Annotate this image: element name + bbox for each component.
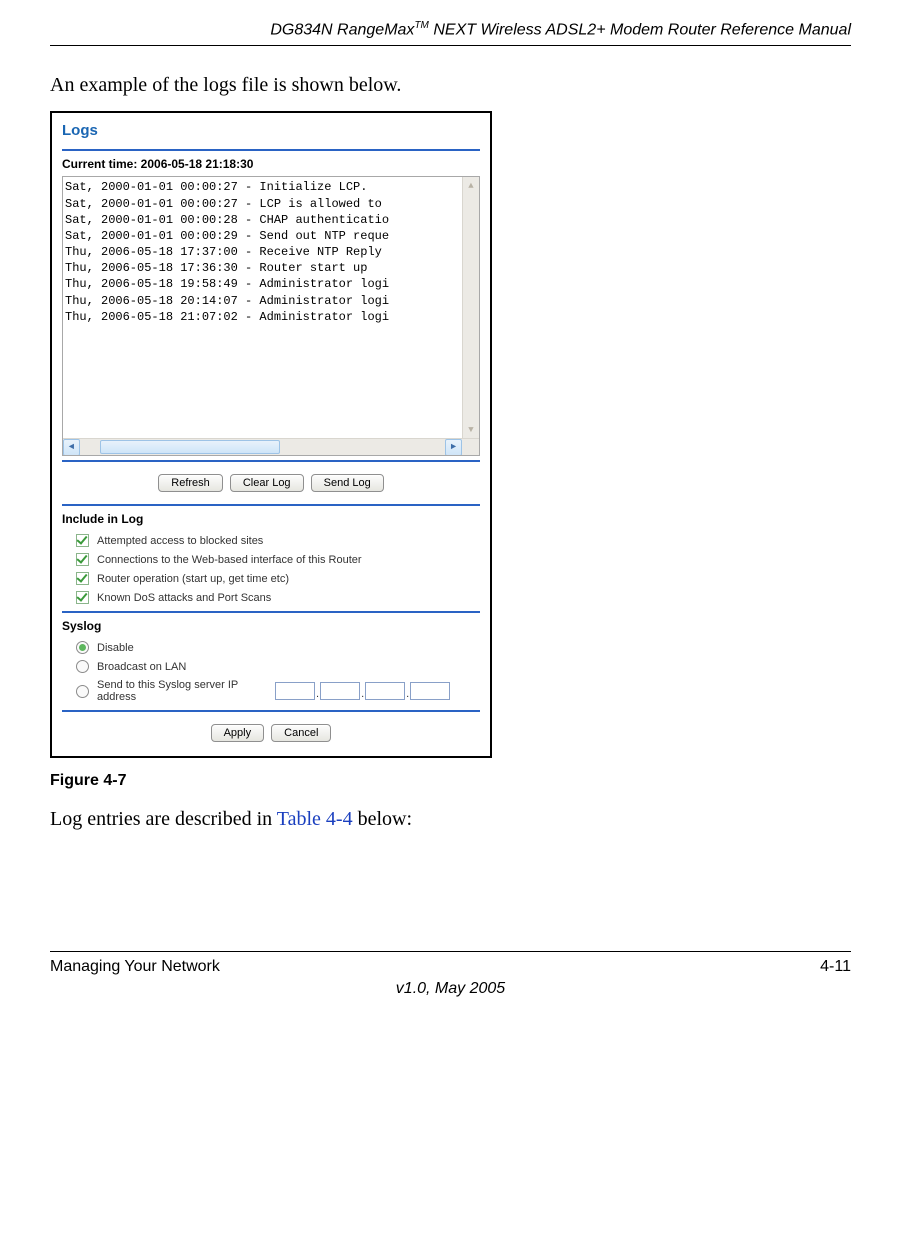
radio-icon[interactable] xyxy=(76,660,89,673)
checkbox-icon[interactable] xyxy=(76,553,89,566)
divider xyxy=(62,710,480,712)
divider xyxy=(62,504,480,506)
footer-version: v1.0, May 2005 xyxy=(50,980,851,998)
checkbox-label: Router operation (start up, get time etc… xyxy=(97,573,289,585)
ip-octet-4-input[interactable] xyxy=(410,682,450,700)
scroll-track[interactable] xyxy=(80,439,445,456)
divider xyxy=(62,149,480,151)
checkbox-label: Connections to the Web-based interface o… xyxy=(97,554,362,566)
include-option-router-operation[interactable]: Router operation (start up, get time etc… xyxy=(62,569,480,588)
page-footer: Managing Your Network 4-11 xyxy=(50,951,851,976)
divider xyxy=(62,460,480,462)
radio-icon[interactable] xyxy=(76,685,89,698)
ip-octet-1-input[interactable] xyxy=(275,682,315,700)
include-in-log-label: Include in Log xyxy=(62,512,480,526)
syslog-option-send-ip[interactable]: Send to this Syslog server IP address ..… xyxy=(62,676,480,706)
scroll-up-icon[interactable]: ▲ xyxy=(463,177,479,194)
scroll-down-icon[interactable]: ▼ xyxy=(463,421,479,438)
horizontal-scrollbar[interactable]: ◄ ► xyxy=(63,438,479,455)
closing-paragraph: Log entries are described in Table 4-4 b… xyxy=(50,808,851,831)
clear-log-button[interactable]: Clear Log xyxy=(230,474,304,492)
radio-icon[interactable] xyxy=(76,641,89,654)
syslog-option-disable[interactable]: Disable xyxy=(62,638,480,657)
vertical-scrollbar[interactable]: ▲ ▼ xyxy=(462,177,479,438)
closing-text-post: below: xyxy=(353,808,412,830)
checkbox-icon[interactable] xyxy=(76,572,89,585)
scroll-left-icon[interactable]: ◄ xyxy=(63,439,80,456)
divider xyxy=(62,611,480,613)
current-time-label: Current time: 2006-05-18 21:18:30 xyxy=(62,157,480,171)
page-header: DG834N RangeMaxTM NEXT Wireless ADSL2+ M… xyxy=(50,20,851,46)
syslog-label: Syslog xyxy=(62,619,480,633)
header-tm: TM xyxy=(414,20,428,31)
intro-paragraph: An example of the logs file is shown bel… xyxy=(50,74,851,97)
include-option-dos-attacks[interactable]: Known DoS attacks and Port Scans xyxy=(62,588,480,607)
log-textarea[interactable]: Sat, 2000-01-01 00:00:27 - Initialize LC… xyxy=(62,176,480,456)
radio-label: Disable xyxy=(97,642,134,654)
cancel-button[interactable]: Cancel xyxy=(271,724,331,742)
panel-title: Logs xyxy=(62,122,480,139)
ip-address-inputs: ... xyxy=(275,682,450,700)
include-option-blocked-sites[interactable]: Attempted access to blocked sites xyxy=(62,531,480,550)
checkbox-label: Attempted access to blocked sites xyxy=(97,535,263,547)
header-title-pre: DG834N RangeMax xyxy=(270,21,414,38)
apply-button[interactable]: Apply xyxy=(211,724,265,742)
syslog-option-broadcast[interactable]: Broadcast on LAN xyxy=(62,657,480,676)
radio-label: Broadcast on LAN xyxy=(97,661,186,673)
footer-page-number: 4-11 xyxy=(820,958,851,976)
scroll-thumb[interactable] xyxy=(100,440,280,454)
ip-octet-2-input[interactable] xyxy=(320,682,360,700)
header-title-post: NEXT Wireless ADSL2+ Modem Router Refere… xyxy=(429,21,851,38)
log-buttons-row: Refresh Clear Log Send Log xyxy=(62,468,480,500)
checkbox-icon[interactable] xyxy=(76,534,89,547)
send-log-button[interactable]: Send Log xyxy=(311,474,384,492)
table-reference-link[interactable]: Table 4-4 xyxy=(277,808,353,830)
include-option-web-connections[interactable]: Connections to the Web-based interface o… xyxy=(62,550,480,569)
scroll-right-icon[interactable]: ► xyxy=(445,439,462,456)
scroll-corner xyxy=(462,439,479,456)
ip-octet-3-input[interactable] xyxy=(365,682,405,700)
checkbox-icon[interactable] xyxy=(76,591,89,604)
closing-text-pre: Log entries are described in xyxy=(50,808,277,830)
refresh-button[interactable]: Refresh xyxy=(158,474,223,492)
checkbox-label: Known DoS attacks and Port Scans xyxy=(97,592,271,604)
radio-label: Send to this Syslog server IP address xyxy=(97,679,267,703)
apply-cancel-row: Apply Cancel xyxy=(62,718,480,750)
logs-screenshot: Logs Current time: 2006-05-18 21:18:30 S… xyxy=(50,111,492,758)
footer-section-title: Managing Your Network xyxy=(50,958,220,976)
log-content: Sat, 2000-01-01 00:00:27 - Initialize LC… xyxy=(63,177,479,327)
figure-caption: Figure 4-7 xyxy=(50,772,851,790)
